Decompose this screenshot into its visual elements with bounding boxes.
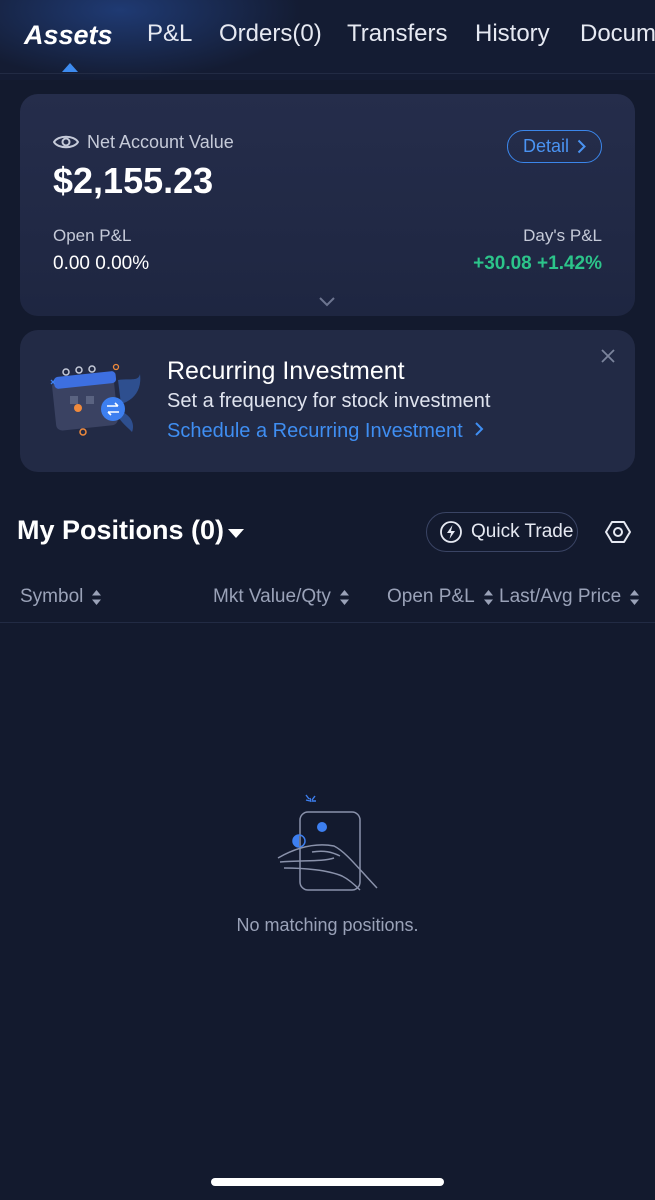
sort-icon	[339, 589, 349, 605]
tab-transfers[interactable]: Transfers	[347, 20, 447, 48]
account-summary-card	[20, 94, 635, 316]
day-pl-value: +30.08 +1.42%	[473, 253, 602, 274]
sort-icon	[92, 589, 102, 605]
column-label: Mkt Value/Qty	[213, 586, 331, 607]
home-indicator[interactable]	[211, 1178, 444, 1186]
chevron-right-icon	[475, 422, 484, 436]
divider	[0, 622, 655, 623]
recurring-subtitle: Set a frequency for stock investment	[167, 390, 491, 412]
chevron-down-icon[interactable]	[318, 296, 336, 308]
active-tab-indicator	[62, 63, 78, 72]
close-icon[interactable]	[600, 348, 616, 364]
column-header-symbol[interactable]: Symbol	[20, 586, 102, 608]
quick-trade-button[interactable]: Quick Trade	[426, 512, 578, 552]
column-label: Symbol	[20, 586, 84, 607]
column-header-last-avg-price[interactable]: Last/Avg Price	[499, 586, 640, 608]
lightning-icon	[440, 521, 462, 543]
column-header-mkt-value[interactable]: Mkt Value/Qty	[213, 586, 350, 608]
tab-history[interactable]: History	[475, 20, 550, 48]
quick-trade-label: Quick Trade	[471, 521, 574, 542]
eye-icon[interactable]	[53, 133, 79, 151]
open-pl-label: Open P&L	[53, 226, 132, 245]
detail-button[interactable]: Detail	[507, 130, 602, 163]
my-positions-title[interactable]: My Positions (0)	[17, 515, 224, 546]
tab-assets[interactable]: Assets	[24, 20, 113, 51]
column-label: Last/Avg Price	[499, 586, 622, 607]
caret-down-icon[interactable]	[228, 529, 244, 538]
net-account-value: $2,155.23	[53, 160, 214, 201]
column-header-open-pl[interactable]: Open P&L	[387, 586, 494, 608]
column-label: Open P&L	[387, 586, 475, 607]
empty-hand-phone-icon	[277, 794, 378, 891]
open-pl-value: 0.00 0.00%	[53, 253, 150, 274]
empty-positions-message: No matching positions.	[236, 915, 419, 935]
top-tab-bar: Assets P&L Orders(0) Transfers History D…	[0, 0, 655, 74]
schedule-recurring-link[interactable]: Schedule a Recurring Investment	[167, 420, 484, 443]
recurring-title: Recurring Investment	[167, 357, 405, 385]
net-account-value-label: Net Account Value	[87, 132, 234, 152]
settings-hexagon-icon[interactable]	[605, 519, 631, 545]
sort-icon	[483, 589, 493, 605]
detail-button-label: Detail	[522, 136, 570, 156]
tab-orders[interactable]: Orders(0)	[219, 20, 322, 48]
calendar-illustration-icon	[50, 363, 141, 436]
tab-pl[interactable]: P&L	[147, 20, 192, 48]
day-pl-label: Day's P&L	[523, 226, 602, 245]
sort-icon	[630, 589, 640, 605]
schedule-recurring-link-label: Schedule a Recurring Investment	[167, 420, 463, 442]
chevron-right-icon	[577, 139, 586, 154]
tab-documents[interactable]: Docum	[580, 20, 655, 48]
